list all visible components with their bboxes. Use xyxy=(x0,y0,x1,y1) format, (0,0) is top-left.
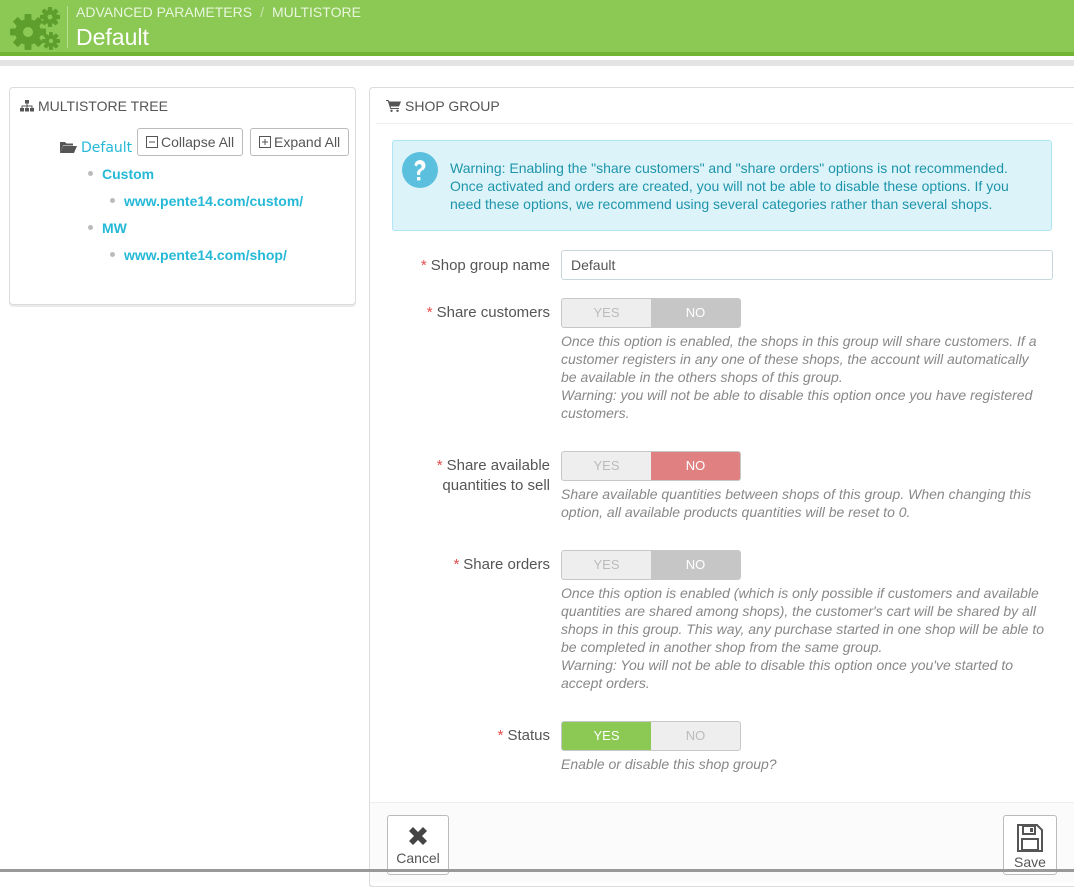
status-no[interactable]: NO xyxy=(651,722,740,750)
label-text: Share orders xyxy=(463,556,550,573)
share-customers-help: Once this option is enabled, the shops i… xyxy=(561,332,1056,422)
breadcrumb: ADVANCED PARAMETERS / MULTISTORE xyxy=(76,4,361,20)
shop-group-name-input[interactable]: Default xyxy=(561,250,1053,280)
share-customers-yes[interactable]: YES xyxy=(562,299,651,327)
help-line: Warning: you will not be able to disable… xyxy=(561,387,1033,403)
warning-text: Warning: Enabling the "share customers" … xyxy=(450,159,1040,213)
label-text: Shop group name xyxy=(430,257,550,274)
share-orders-yes[interactable]: YES xyxy=(562,551,651,579)
plus-square-icon xyxy=(259,136,271,148)
tree-bullet xyxy=(88,225,93,230)
share-customers-label: * Share customers xyxy=(380,303,550,323)
share-quantities-no[interactable]: NO xyxy=(651,452,740,480)
breadcrumb-item-advanced-parameters[interactable]: ADVANCED PARAMETERS xyxy=(76,4,252,20)
help-line: Share available quantities between shops… xyxy=(561,486,1032,502)
required-mark: * xyxy=(426,304,433,321)
help-line: Once this option is enabled, the shops i… xyxy=(561,333,1037,349)
cancel-label: Cancel xyxy=(396,850,440,866)
tree-item-shop-url[interactable]: www.pente14.com/shop/ xyxy=(110,247,287,263)
breadcrumb-item-multistore[interactable]: MULTISTORE xyxy=(272,4,361,20)
warning-line: Warning: Enabling the "share customers" … xyxy=(450,160,1008,176)
label-text: Share available xyxy=(446,457,550,474)
share-orders-help: Once this option is enabled (which is on… xyxy=(561,584,1056,692)
help-line: Warning: You will not be able to disable… xyxy=(561,657,1013,673)
label-text: quantities to sell xyxy=(442,477,550,494)
breadcrumb-separator: / xyxy=(260,4,264,20)
share-orders-switch[interactable]: YES NO xyxy=(561,550,741,580)
expand-all-button[interactable]: Expand All xyxy=(250,128,350,156)
tree-item-custom[interactable]: Custom xyxy=(88,166,154,182)
tree-item-label: MW xyxy=(102,220,127,236)
help-line: be completed in another shop from the sa… xyxy=(561,639,883,655)
folder-open-icon xyxy=(60,142,77,153)
gears-icon xyxy=(10,7,60,50)
tree-root-default[interactable]: Default xyxy=(60,140,132,156)
warning-line: Once activated and orders are created, y… xyxy=(450,178,1009,194)
tree-item-custom-url[interactable]: www.pente14.com/custom/ xyxy=(110,193,303,209)
label-text: Share customers xyxy=(436,304,550,321)
tree-bullet xyxy=(110,252,115,257)
status-help: Enable or disable this shop group? xyxy=(561,755,1056,773)
sitemap-icon xyxy=(20,100,34,112)
status-yes[interactable]: YES xyxy=(562,722,651,750)
tree-item-label: www.pente14.com/custom/ xyxy=(124,193,304,209)
required-mark: * xyxy=(453,556,460,573)
required-mark: * xyxy=(420,257,427,274)
help-line: Enable or disable this shop group? xyxy=(561,756,777,772)
multistore-tree-panel: MULTISTORE TREE Default Collapse All Exp… xyxy=(9,87,356,305)
header-divider xyxy=(67,6,68,48)
help-line: customer registers in any one of these s… xyxy=(561,351,1029,367)
warning-line: need these options, we recommend using s… xyxy=(450,196,993,212)
page-header: ADVANCED PARAMETERS / MULTISTORE Default xyxy=(0,0,1074,56)
header-shadow xyxy=(0,60,1074,66)
help-line: shops in this group. This way, any purch… xyxy=(561,621,1045,637)
tree-root-label: Default xyxy=(81,140,133,156)
help-line: quantities are shared among shops), the … xyxy=(561,603,1037,619)
shopping-cart-icon xyxy=(386,100,401,112)
save-label: Save xyxy=(1014,854,1046,870)
tree-item-label: www.pente14.com/shop/ xyxy=(124,247,287,263)
status-switch[interactable]: YES NO xyxy=(561,721,741,751)
required-mark: * xyxy=(436,457,443,474)
required-mark: * xyxy=(497,727,504,744)
minus-square-icon xyxy=(146,136,158,148)
help-line: Once this option is enabled (which is on… xyxy=(561,585,1039,601)
tree-panel-heading: MULTISTORE TREE xyxy=(10,88,355,124)
share-customers-no[interactable]: NO xyxy=(651,299,740,327)
shop-group-name-label: * Shop group name xyxy=(380,256,550,276)
warning-alert: Warning: Enabling the "share customers" … xyxy=(392,140,1052,231)
collapse-all-button[interactable]: Collapse All xyxy=(137,128,244,156)
label-text: Status xyxy=(507,727,550,744)
help-line: customers. xyxy=(561,405,630,421)
expand-all-label: Expand All xyxy=(274,134,341,150)
help-line: be available in the others shops of this… xyxy=(561,369,843,385)
shop-group-panel: SHOP GROUP Warning: Enabling the "share … xyxy=(369,87,1074,887)
shop-group-title: SHOP GROUP xyxy=(405,98,500,114)
shop-group-heading: SHOP GROUP xyxy=(376,88,1073,124)
page-title: Default xyxy=(76,24,149,50)
share-quantities-help: Share available quantities between shops… xyxy=(561,485,1056,521)
close-icon xyxy=(409,827,427,845)
share-quantities-yes[interactable]: YES xyxy=(562,452,651,480)
tree-bullet xyxy=(88,171,93,176)
share-quantities-switch[interactable]: YES NO xyxy=(561,451,741,481)
question-circle-icon xyxy=(402,152,438,188)
help-line: accept orders. xyxy=(561,675,650,691)
share-orders-no[interactable]: NO xyxy=(651,551,740,579)
tree-item-mw[interactable]: MW xyxy=(88,220,127,236)
share-customers-switch[interactable]: YES NO xyxy=(561,298,741,328)
save-button[interactable]: Save xyxy=(1003,815,1057,875)
share-orders-label: * Share orders xyxy=(380,555,550,575)
cancel-button[interactable]: Cancel xyxy=(387,815,449,875)
tree-item-label: Custom xyxy=(102,166,155,182)
floppy-disk-icon xyxy=(1017,824,1043,852)
collapse-all-label: Collapse All xyxy=(161,134,235,150)
status-label: * Status xyxy=(380,726,550,746)
tree-bullet xyxy=(110,198,115,203)
share-quantities-label: * Share available quantities to sell xyxy=(380,456,550,496)
tree-panel-title: MULTISTORE TREE xyxy=(38,98,168,114)
help-line: option, all available products quantitie… xyxy=(561,504,911,520)
